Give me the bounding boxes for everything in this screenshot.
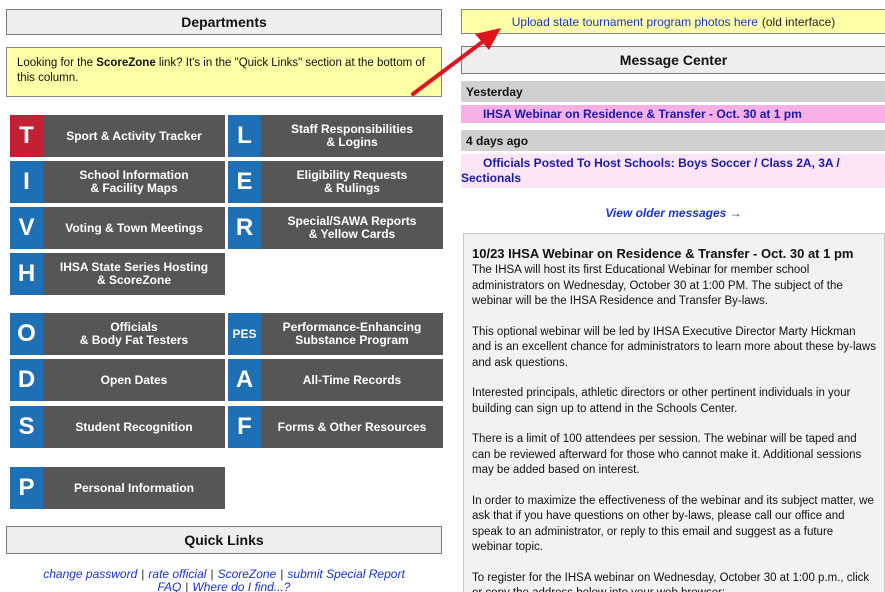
red-arrow-annotation [411,28,501,96]
tile-letter-pes: PES [228,313,261,355]
tile-personal-information[interactable]: P Personal Information [10,467,225,509]
message-center-heading: Message Center [461,46,885,74]
tile-line2: Substance Program [295,333,409,347]
tile-label: Voting & Town Meetings [43,207,225,249]
article-paragraph: There is a limit of 100 attendees per se… [472,433,862,476]
tile-label: Performance-Enhancing Substance Program [261,313,443,355]
article-paragraph: In order to maximize the effectiveness o… [472,494,874,554]
tile-letter-d: D [10,359,43,401]
article-paragraph: To register for the IHSA webinar on Wedn… [472,571,870,592]
tile-label: Personal Information [43,467,225,509]
upload-photos-bar: Upload state tournament program photos h… [461,9,885,34]
view-older-messages-link[interactable]: View older messages → [461,206,885,220]
tile-label: Sport & Activity Tracker [43,115,225,157]
tile-label: Eligibility Requests & Rulings [261,161,443,203]
tile-eligibility-requests[interactable]: E Eligibility Requests & Rulings [228,161,443,203]
tile-student-recognition[interactable]: S Student Recognition [10,406,225,448]
departments-heading: Departments [6,9,442,35]
tile-line2: & Body Fat Testers [79,333,189,347]
scorezone-notice: Looking for the ScoreZone link? It's in … [6,47,442,97]
tile-letter-o: O [10,313,43,355]
tile-line2: & Yellow Cards [308,227,396,241]
tile-line1: Forms & Other Resources [277,419,427,434]
tile-line1: Student Recognition [75,419,193,434]
message-link-webinar[interactable]: IHSA Webinar on Residence & Transfer - O… [461,105,885,123]
day-heading-yesterday: Yesterday [461,81,885,102]
tile-label: All-Time Records [261,359,443,401]
tile-line1: Voting & Town Meetings [65,220,203,235]
tile-performance-enhancing[interactable]: PES Performance-Enhancing Substance Progr… [228,313,443,355]
tile-letter-s: S [10,406,43,448]
tile-letter-l: L [228,115,261,157]
tile-label: IHSA State Series Hosting & ScoreZone [43,253,225,295]
tile-line2: & Logins [326,135,378,149]
tile-line1: Sport & Activity Tracker [66,128,202,143]
tile-label: Open Dates [43,359,225,401]
quick-links-row: FAQ | Where do I find...? [6,581,442,592]
tile-label: Student Recognition [43,406,225,448]
tile-special-sawa-reports[interactable]: R Special/SAWA Reports & Yellow Cards [228,207,443,249]
tile-line1: All-Time Records [302,372,402,387]
article-title: 10/23 IHSA Webinar on Residence & Transf… [472,246,854,261]
tile-letter-r: R [228,207,261,249]
tile-open-dates[interactable]: D Open Dates [10,359,225,401]
tile-letter-h: H [10,253,43,295]
tile-letter-t: T [10,115,43,157]
message-link-officials[interactable]: Officials Posted To Host Schools: Boys S… [461,154,885,188]
tile-state-series-hosting[interactable]: H IHSA State Series Hosting & ScoreZone [10,253,225,295]
tile-letter-i: I [10,161,43,203]
tile-label: Forms & Other Resources [261,406,443,448]
link-separator: | [210,567,214,581]
notice-text: Looking for the [17,57,97,69]
tile-label: Officials & Body Fat Testers [43,313,225,355]
message-article: 10/23 IHSA Webinar on Residence & Transf… [463,233,885,592]
tile-line1: Open Dates [100,372,168,387]
link-separator: | [280,567,284,581]
tile-forms-resources[interactable]: F Forms & Other Resources [228,406,443,448]
tile-sport-activity-tracker[interactable]: T Sport & Activity Tracker [10,115,225,157]
message-center-heading-text: Message Center [619,52,728,68]
quick-links-heading-text: Quick Links [184,532,264,548]
upload-photos-link[interactable]: Upload state tournament program photos h… [512,15,758,29]
tile-line2: & Facility Maps [90,181,178,195]
link-change-password[interactable]: change password [43,567,137,581]
tile-line2: & ScoreZone [96,273,171,287]
tile-school-information[interactable]: I School Information & Facility Maps [10,161,225,203]
link-where-do-i-find[interactable]: Where do I find...? [192,580,290,592]
article-paragraph: The IHSA will host its first Educational… [472,264,843,307]
tile-letter-f: F [228,406,261,448]
tile-label: Staff Responsibilities & Logins [261,115,443,157]
link-separator: | [141,567,145,581]
link-scorezone[interactable]: ScoreZone [218,567,277,581]
article-paragraph: This optional webinar will be led by IHS… [472,325,876,369]
departments-heading-text: Departments [181,14,267,30]
tile-line2: & Rulings [323,181,380,195]
article-paragraph: Interested principals, athletic director… [472,387,851,415]
link-separator: | [185,580,189,592]
tile-staff-responsibilities[interactable]: L Staff Responsibilities & Logins [228,115,443,157]
tile-line1: Personal Information [73,480,195,495]
link-faq[interactable]: FAQ [158,580,182,592]
quick-links: change password | rate official | ScoreZone |… [6,568,442,592]
quick-links-heading: Quick Links [6,526,442,554]
tile-letter-v: V [10,207,43,249]
tile-voting-town-meetings[interactable]: V Voting & Town Meetings [10,207,225,249]
tile-officials[interactable]: O Officials & Body Fat Testers [10,313,225,355]
tile-all-time-records[interactable]: A All-Time Records [228,359,443,401]
old-interface-note: (old interface) [761,14,836,29]
link-rate-official[interactable]: rate official [148,567,206,581]
tile-label: School Information & Facility Maps [43,161,225,203]
notice-scorezone: ScoreZone [96,57,156,69]
day-heading-4-days-ago: 4 days ago [461,130,885,151]
tile-letter-a: A [228,359,261,401]
tile-letter-e: E [228,161,261,203]
link-submit-special-report[interactable]: submit Special Report [287,567,404,581]
tile-letter-p: P [10,467,43,509]
tile-label: Special/SAWA Reports & Yellow Cards [261,207,443,249]
